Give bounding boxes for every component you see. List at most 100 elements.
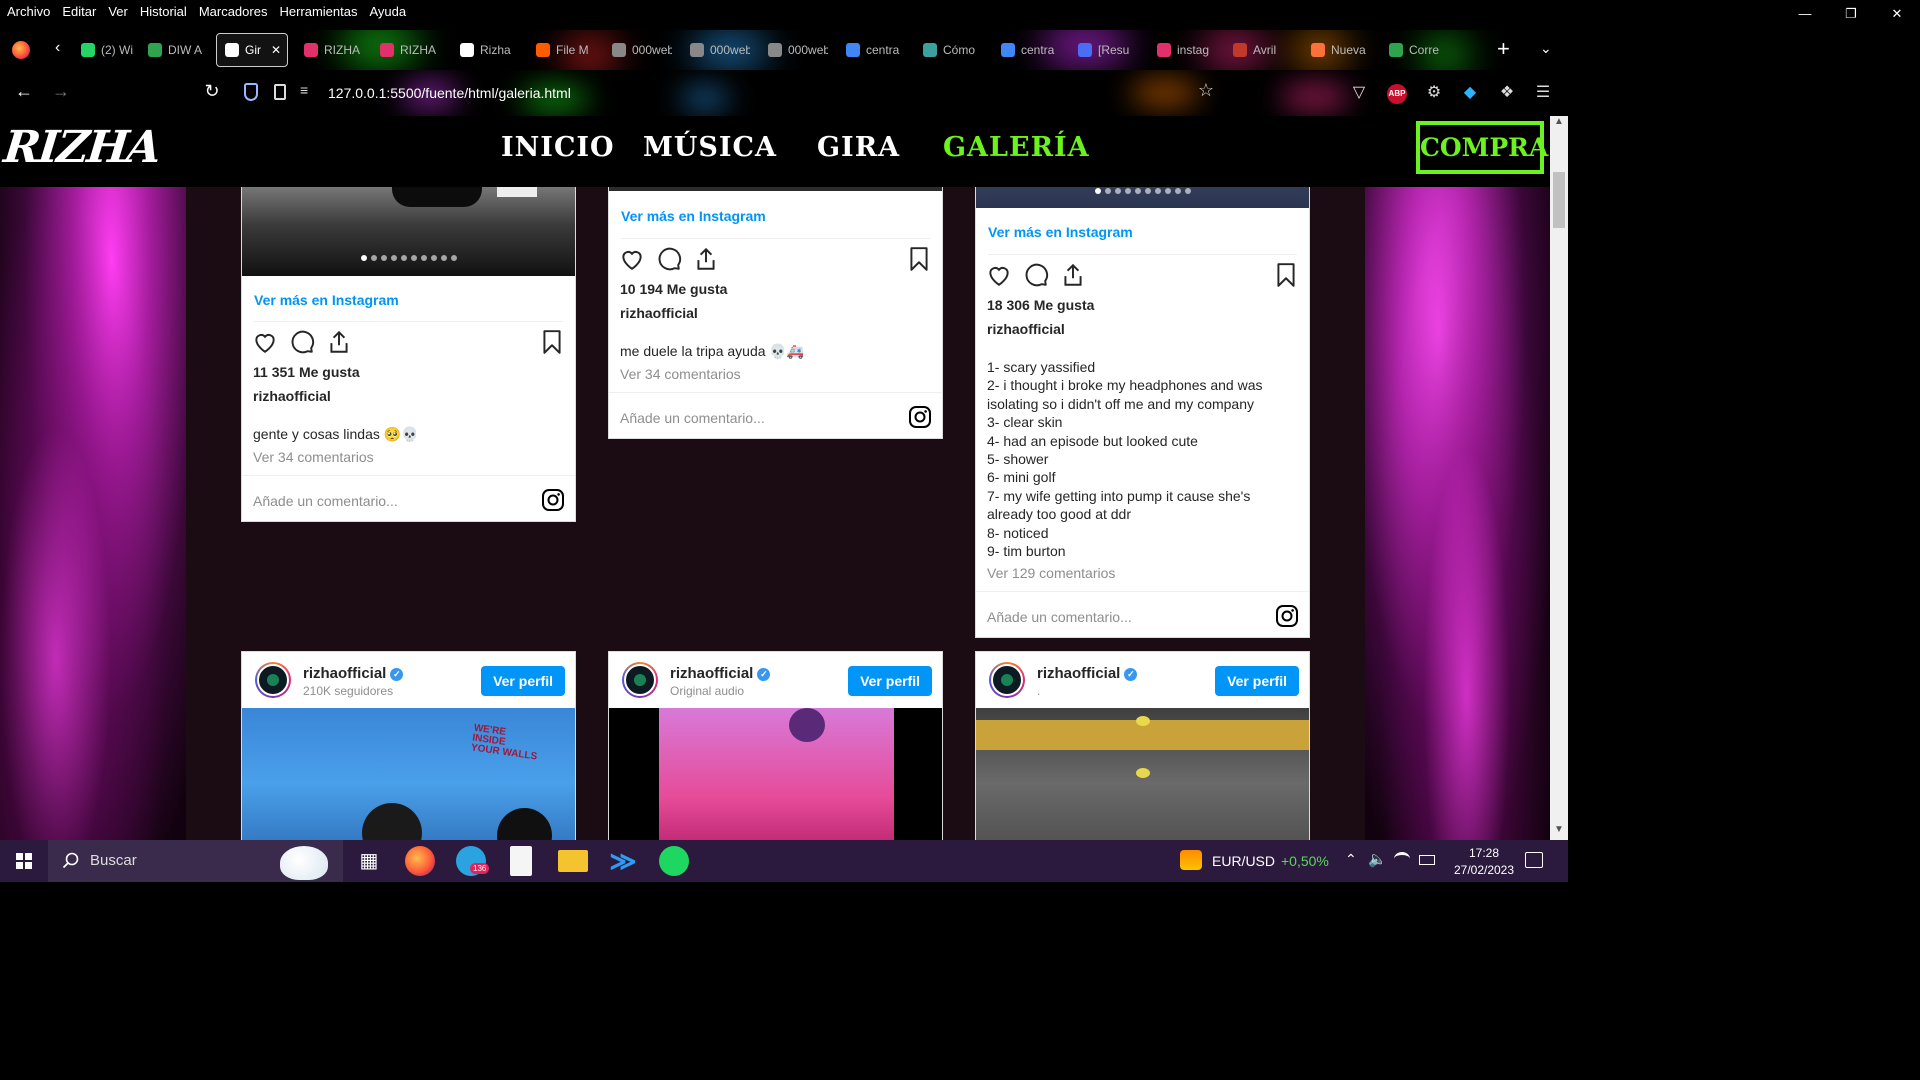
avatar[interactable] — [622, 662, 658, 698]
browser-tab[interactable]: Corre — [1381, 33, 1449, 67]
browser-tab[interactable]: [Resu — [1070, 33, 1138, 67]
view-profile-button[interactable]: Ver perfil — [1215, 666, 1299, 696]
view-comments-link[interactable]: Ver 34 comentarios — [620, 366, 741, 382]
permissions-icon[interactable]: ≡ — [300, 82, 308, 98]
firefox-view-icon[interactable] — [12, 41, 30, 59]
post-username[interactable]: rizhaofficial — [987, 321, 1065, 337]
browser-tab[interactable]: DIW A — [140, 33, 208, 67]
tray-chevron-icon[interactable]: ⌃ — [1345, 851, 1357, 868]
pocket-icon[interactable]: ▽ — [1348, 82, 1370, 102]
instagram-logo-icon[interactable] — [1275, 604, 1299, 628]
hamburger-menu-icon[interactable]: ☰ — [1532, 82, 1554, 102]
browser-tab[interactable]: centra — [838, 33, 906, 67]
browser-tab[interactable]: 000webho — [682, 33, 750, 67]
browser-tab[interactable]: File M — [528, 33, 596, 67]
see-more-instagram-link[interactable]: Ver más en Instagram — [254, 292, 399, 308]
heart-icon[interactable] — [252, 329, 278, 355]
scroll-up-arrow-icon[interactable]: ▲ — [1550, 116, 1568, 132]
share-icon[interactable] — [326, 329, 352, 355]
nav-musica[interactable]: MÚSICA — [643, 132, 777, 163]
telegram-taskbar-icon[interactable]: 136 — [456, 846, 490, 876]
view-comments-link[interactable]: Ver 34 comentarios — [253, 449, 374, 465]
view-profile-button[interactable]: Ver perfil — [848, 666, 932, 696]
avatar[interactable] — [255, 662, 291, 698]
wifi-icon[interactable] — [1394, 852, 1410, 866]
profile-name[interactable]: rizhaofficial ✓ — [670, 665, 771, 682]
profile-name[interactable]: rizhaofficial ✓ — [1037, 665, 1138, 682]
file-explorer-taskbar-icon[interactable] — [558, 850, 588, 872]
menu-herramientas[interactable]: Herramientas — [279, 4, 357, 19]
post-photo[interactable]: WE'RE INSIDE YOUR WALLS — [242, 708, 575, 840]
post-video[interactable] — [609, 708, 942, 840]
buy-button[interactable]: COMPRA — [1416, 121, 1548, 174]
bookmark-icon[interactable] — [906, 246, 932, 272]
volume-icon[interactable]: 🔈 — [1368, 850, 1387, 868]
site-logo[interactable]: RIZHA — [1, 122, 161, 173]
menu-marcadores[interactable]: Marcadores — [199, 4, 268, 19]
forward-icon[interactable]: → — [49, 81, 73, 102]
notifications-icon[interactable] — [1525, 852, 1543, 868]
browser-tab[interactable]: instag — [1149, 33, 1217, 67]
menu-historial[interactable]: Historial — [140, 4, 187, 19]
back-icon[interactable]: ← — [12, 81, 36, 102]
post-username[interactable]: rizhaofficial — [253, 388, 331, 404]
browser-tab[interactable]: Nueva — [1303, 33, 1371, 67]
scroll-thumb[interactable] — [1553, 172, 1565, 228]
view-comments-link[interactable]: Ver 129 comentarios — [987, 565, 1115, 581]
vscode-taskbar-icon[interactable]: ≫ — [608, 846, 638, 876]
instagram-logo-icon[interactable] — [908, 405, 932, 429]
task-view-icon[interactable]: ▦ — [354, 846, 384, 876]
firefox-taskbar-icon[interactable] — [405, 846, 435, 876]
nav-inicio[interactable]: INICIO — [501, 132, 615, 163]
notepad-taskbar-icon[interactable] — [510, 846, 532, 876]
menu-editar[interactable]: Editar — [62, 4, 96, 19]
list-tabs-icon[interactable]: ⌄ — [1540, 40, 1552, 57]
browser-tab[interactable]: RIZHA — [296, 33, 364, 67]
reload-icon[interactable]: ↻ — [200, 81, 224, 102]
post-username[interactable]: rizhaofficial — [620, 305, 698, 321]
tabs-scroll-left-icon[interactable]: ‹ — [55, 39, 60, 57]
bookmark-icon[interactable] — [539, 329, 565, 355]
taskbar-clock[interactable]: 17:28 27/02/2023 — [1444, 845, 1524, 879]
comment-icon[interactable] — [656, 246, 682, 272]
extensions-puzzle-icon[interactable]: ❖ — [1496, 82, 1518, 102]
browser-tab[interactable]: Avril — [1225, 33, 1293, 67]
new-tab-icon[interactable]: + — [1497, 36, 1510, 62]
menu-ayuda[interactable]: Ayuda — [369, 4, 406, 19]
page-icon[interactable] — [274, 84, 286, 100]
taskbar-search[interactable]: Buscar — [48, 840, 343, 882]
browser-tab[interactable]: Rizha — [452, 33, 520, 67]
add-comment-field[interactable]: Añade un comentario... — [620, 410, 765, 426]
heart-icon[interactable] — [986, 262, 1012, 288]
view-profile-button[interactable]: Ver perfil — [481, 666, 565, 696]
shield-icon[interactable] — [244, 83, 258, 101]
menu-archivo[interactable]: Archivo — [7, 4, 50, 19]
minimize-icon[interactable]: — — [1782, 0, 1828, 28]
browser-tab[interactable]: Gir ✕ — [216, 33, 288, 67]
page-scrollbar[interactable]: ▲ ▼ — [1550, 116, 1568, 840]
browser-tab[interactable]: centra — [993, 33, 1061, 67]
nav-galeria[interactable]: GALERÍA — [943, 132, 1090, 163]
url-bar[interactable]: ≡ 127.0.0.1:5500/fuente/html/galeria.htm… — [238, 78, 1248, 108]
share-icon[interactable] — [693, 246, 719, 272]
bookmark-star-icon[interactable]: ☆ — [1195, 80, 1217, 101]
comment-icon[interactable] — [289, 329, 315, 355]
see-more-instagram-link[interactable]: Ver más en Instagram — [621, 208, 766, 224]
add-comment-field[interactable]: Añade un comentario... — [253, 493, 398, 509]
browser-tab[interactable]: 000webho — [604, 33, 672, 67]
settings-gear-icon[interactable]: ⚙ — [1423, 82, 1445, 102]
browser-tab[interactable]: (2) Wi — [73, 33, 141, 67]
scroll-down-arrow-icon[interactable]: ▼ — [1550, 824, 1568, 840]
url-text[interactable]: 127.0.0.1:5500/fuente/html/galeria.html — [328, 85, 571, 101]
close-window-icon[interactable]: ✕ — [1874, 0, 1920, 28]
instagram-logo-icon[interactable] — [541, 488, 565, 512]
share-icon[interactable] — [1060, 262, 1086, 288]
see-more-instagram-link[interactable]: Ver más en Instagram — [988, 224, 1133, 240]
menu-ver[interactable]: Ver — [108, 4, 128, 19]
adblock-icon[interactable]: ABP — [1387, 84, 1407, 104]
bookmark-icon[interactable] — [1273, 262, 1299, 288]
browser-tab[interactable]: RIZHA — [372, 33, 440, 67]
currency-pair[interactable]: EUR/USD — [1212, 853, 1275, 869]
battery-icon[interactable] — [1419, 855, 1435, 865]
close-tab-icon[interactable]: ✕ — [271, 43, 281, 57]
